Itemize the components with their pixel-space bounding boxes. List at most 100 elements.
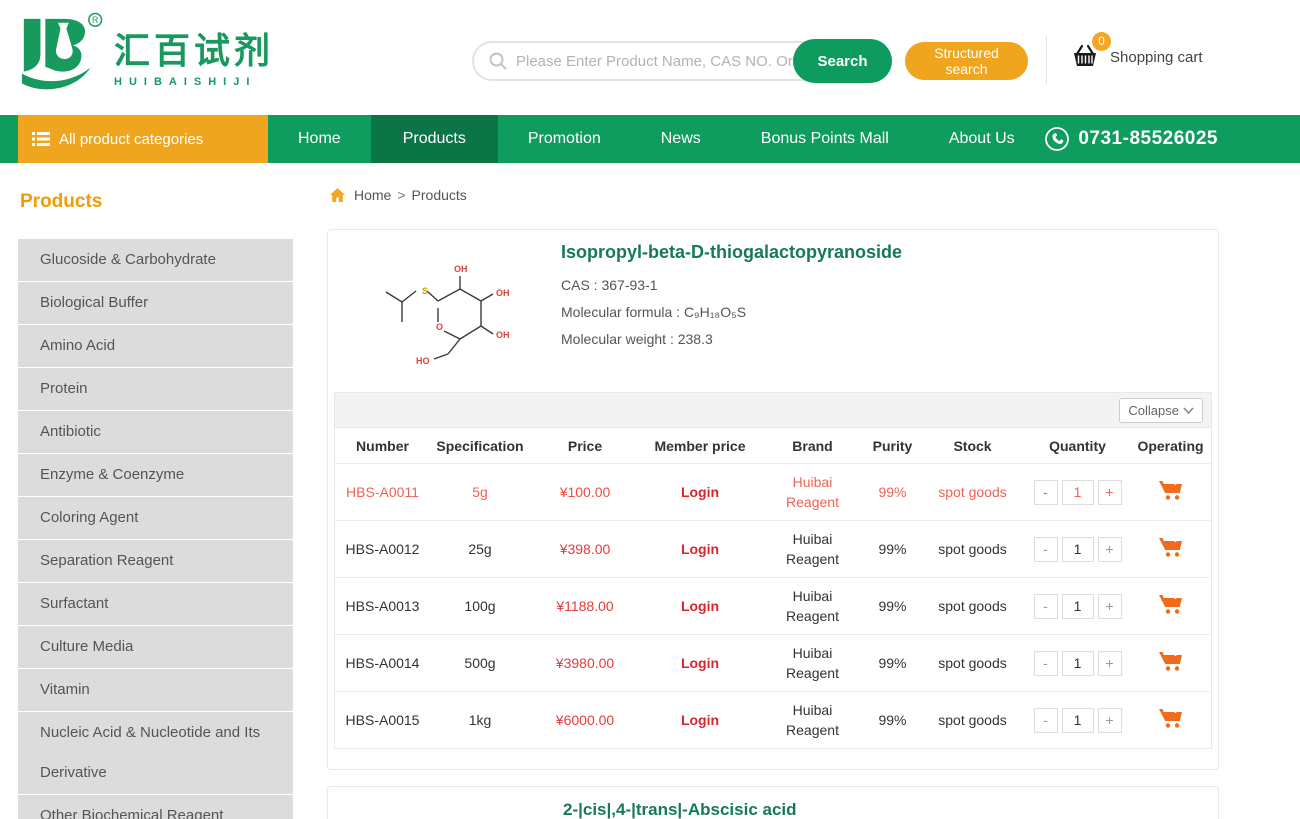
product-number: HBS-A0014 (335, 653, 430, 673)
oxygen-atom-label: O (436, 322, 443, 332)
quantity-stepper: - + (1025, 537, 1130, 562)
phone-icon (1044, 126, 1070, 152)
quantity-input[interactable] (1062, 708, 1094, 733)
nav-menu: HomeProductsPromotionNewsBonus Points Ma… (268, 115, 1045, 163)
column-header: Purity (865, 438, 920, 454)
product-number: HBS-A0013 (335, 596, 430, 616)
add-to-cart-button[interactable] (1158, 649, 1184, 675)
sidebar-category-item[interactable]: Other Biochemical Reagent (18, 795, 293, 819)
sidebar-category-item[interactable]: Nucleic Acid & Nucleotide and Its Deriva… (18, 712, 293, 794)
top-header: R 汇百试剂 HUIBAISHIJI Search Structured sea… (0, 0, 1300, 115)
nav-item[interactable]: About Us (919, 115, 1045, 163)
column-header: Price (530, 438, 640, 454)
member-price-login-link[interactable]: Login (640, 653, 760, 673)
sidebar-title: Products (20, 191, 293, 213)
category-list-icon (32, 131, 50, 147)
all-categories-button[interactable]: All product categories (18, 115, 268, 163)
quantity-input[interactable] (1062, 594, 1094, 619)
operating-cell (1130, 535, 1211, 563)
product-purity: 99% (865, 710, 920, 730)
add-to-cart-button[interactable] (1158, 535, 1184, 561)
quantity-stepper: - + (1025, 480, 1130, 505)
sku-table: Collapse Number Specification Price Memb… (334, 392, 1212, 749)
add-to-cart-button[interactable] (1158, 478, 1184, 504)
sidebar-category-item[interactable]: Surfactant (18, 583, 293, 625)
sidebar-category-item[interactable]: Coloring Agent (18, 497, 293, 539)
quantity-input[interactable] (1062, 651, 1094, 676)
all-categories-label: All product categories (59, 131, 203, 148)
structured-search-button[interactable]: Structured search (905, 42, 1028, 80)
sidebar-category-item[interactable]: Vitamin (18, 669, 293, 711)
quantity-decrease-button[interactable]: - (1034, 708, 1058, 733)
product-title-link[interactable]: Isopropyl-beta-D-thiogalactopyranoside (561, 242, 902, 263)
column-header: Number (335, 438, 430, 454)
product-number: HBS-A0015 (335, 710, 430, 730)
nav-item[interactable]: Bonus Points Mall (731, 115, 919, 163)
home-icon (329, 187, 346, 203)
quantity-increase-button[interactable]: + (1098, 480, 1122, 505)
header-divider (1046, 36, 1047, 84)
sidebar-category-item[interactable]: Antibiotic (18, 411, 293, 453)
contact-phone: 0731-85526025 (1044, 115, 1218, 163)
quantity-decrease-button[interactable]: - (1034, 537, 1058, 562)
sidebar-category-item[interactable]: Culture Media (18, 626, 293, 668)
collapse-button[interactable]: Collapse (1119, 398, 1203, 423)
search-button[interactable]: Search (793, 39, 892, 83)
cart-plus-icon (1158, 478, 1184, 501)
logo-hb-monogram-icon: R (16, 10, 104, 102)
product-specification: 500g (430, 653, 530, 673)
molecular-structure-image[interactable]: S O OH OH OH HO (372, 246, 522, 374)
product-brand: Huibai Reagent (760, 643, 865, 683)
column-header: Member price (640, 438, 760, 454)
column-header: Specification (430, 438, 530, 454)
chevron-down-icon (1183, 407, 1194, 414)
search-area: Search Structured search (472, 39, 1028, 83)
breadcrumb-home[interactable]: Home (354, 187, 391, 203)
table-toolbar: Collapse (335, 393, 1211, 428)
quantity-decrease-button[interactable]: - (1034, 480, 1058, 505)
member-price-login-link[interactable]: Login (640, 539, 760, 559)
quantity-increase-button[interactable]: + (1098, 708, 1122, 733)
quantity-input[interactable] (1062, 480, 1094, 505)
sidebar-category-item[interactable]: Enzyme & Coenzyme (18, 454, 293, 496)
member-price-login-link[interactable]: Login (640, 710, 760, 730)
sidebar-category-list: Glucoside & CarbohydrateBiological Buffe… (18, 239, 293, 819)
shopping-cart-link[interactable]: 0 Shopping cart (1068, 40, 1203, 74)
phone-number: 0731-85526025 (1078, 128, 1218, 150)
sidebar-category-item[interactable]: Protein (18, 368, 293, 410)
member-price-login-link[interactable]: Login (640, 596, 760, 616)
hydroxyl-label: OH (496, 330, 510, 340)
add-to-cart-button[interactable] (1158, 592, 1184, 618)
nav-item[interactable]: Products (371, 115, 498, 163)
product-stock: spot goods (920, 653, 1025, 673)
quantity-increase-button[interactable]: + (1098, 537, 1122, 562)
member-price-login-link[interactable]: Login (640, 482, 760, 502)
product-card: S O OH OH OH HO Isopropyl-beta-D-thiogal… (327, 229, 1219, 770)
quantity-decrease-button[interactable]: - (1034, 594, 1058, 619)
quantity-increase-button[interactable]: + (1098, 651, 1122, 676)
product-specification: 25g (430, 539, 530, 559)
quantity-input[interactable] (1062, 537, 1094, 562)
nav-item[interactable]: News (631, 115, 731, 163)
add-to-cart-button[interactable] (1158, 706, 1184, 732)
product-purity: 99% (865, 596, 920, 616)
product-number: HBS-A0011 (335, 482, 430, 502)
product-purity: 99% (865, 482, 920, 502)
next-product-title-link[interactable]: 2-|cis|,4-|trans|-Abscisic acid (563, 800, 797, 819)
product-stock: spot goods (920, 539, 1025, 559)
sidebar-category-item[interactable]: Glucoside & Carbohydrate (18, 239, 293, 281)
quantity-increase-button[interactable]: + (1098, 594, 1122, 619)
cart-plus-icon (1158, 592, 1184, 615)
product-brand: Huibai Reagent (760, 472, 865, 512)
site-logo[interactable]: R 汇百试剂 HUIBAISHIJI (16, 10, 274, 102)
sidebar-category-item[interactable]: Amino Acid (18, 325, 293, 367)
quantity-decrease-button[interactable]: - (1034, 651, 1058, 676)
product-stock: spot goods (920, 596, 1025, 616)
column-header: Stock (920, 438, 1025, 454)
cart-plus-icon (1158, 649, 1184, 672)
nav-item[interactable]: Home (268, 115, 371, 163)
product-stock: spot goods (920, 482, 1025, 502)
sidebar-category-item[interactable]: Separation Reagent (18, 540, 293, 582)
nav-item[interactable]: Promotion (498, 115, 631, 163)
sidebar-category-item[interactable]: Biological Buffer (18, 282, 293, 324)
